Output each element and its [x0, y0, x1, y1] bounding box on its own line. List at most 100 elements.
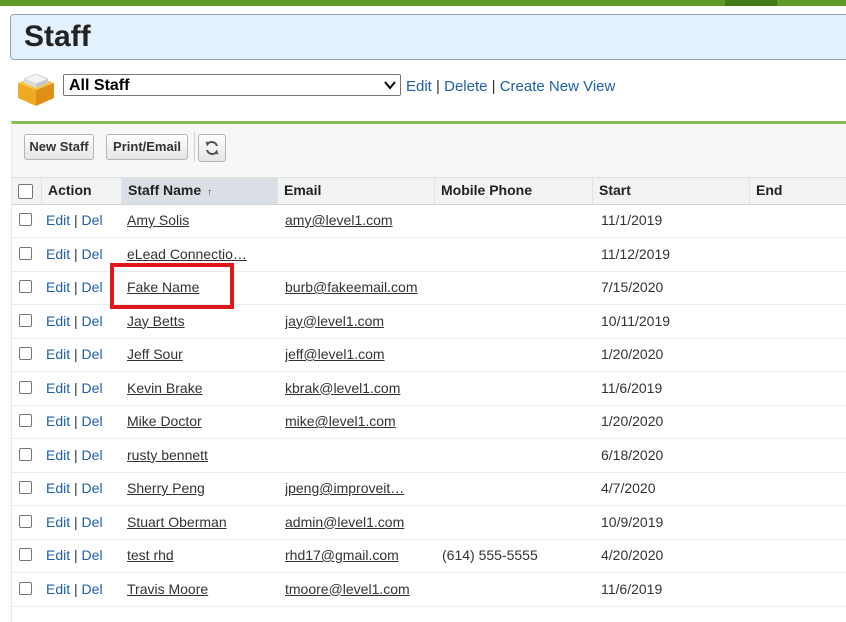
delete-link[interactable]: Del: [82, 581, 103, 597]
staff-name-link[interactable]: Travis Moore: [127, 581, 208, 597]
delete-view-link[interactable]: Delete: [444, 78, 487, 95]
row-checkbox[interactable]: [19, 380, 32, 394]
row-checkbox[interactable]: [19, 313, 32, 327]
view-select[interactable]: All Staff: [63, 74, 401, 96]
delete-link[interactable]: Del: [82, 279, 103, 295]
staff-name-link[interactable]: test rhd: [127, 547, 174, 563]
edit-link[interactable]: Edit: [46, 514, 70, 530]
delete-link[interactable]: Del: [82, 413, 103, 429]
row-checkbox[interactable]: [19, 581, 32, 595]
view-select-value: All Staff: [69, 77, 130, 94]
edit-link[interactable]: Edit: [46, 413, 70, 429]
delete-link[interactable]: Del: [82, 212, 103, 228]
table-row: Edit | Del Mike Doctor mike@level1.com 1/20…: [12, 405, 846, 439]
start-date-cell: 4/20/2020: [601, 547, 664, 563]
delete-link[interactable]: Del: [82, 514, 103, 530]
delete-link[interactable]: Del: [82, 480, 103, 496]
email-link[interactable]: burb@fakeemail.com: [285, 279, 418, 295]
edit-link[interactable]: Edit: [46, 346, 70, 362]
row-checkbox[interactable]: [19, 347, 32, 360]
delete-link[interactable]: Del: [82, 346, 103, 362]
edit-link[interactable]: Edit: [46, 547, 70, 563]
row-checkbox[interactable]: [19, 280, 32, 293]
delete-link[interactable]: Del: [82, 246, 103, 262]
row-checkbox[interactable]: [19, 246, 32, 260]
row-checkbox[interactable]: [19, 447, 32, 461]
email-link[interactable]: jay@level1.com: [285, 313, 384, 329]
staff-name-cell: rusty bennett: [127, 439, 277, 472]
column-header-start[interactable]: Start: [593, 178, 750, 204]
edit-link[interactable]: Edit: [46, 581, 70, 597]
end-date-cell: [757, 338, 846, 371]
start-date-cell: 7/15/2020: [601, 279, 664, 295]
edit-view-link[interactable]: Edit: [406, 78, 432, 95]
staff-name-link[interactable]: Stuart Oberman: [127, 514, 227, 530]
delete-link[interactable]: Del: [82, 380, 103, 396]
create-new-view-link[interactable]: Create New View: [500, 78, 616, 95]
table-row: Edit | Del test rhd rhd17@gmail.com (614) 5…: [12, 539, 846, 573]
staff-name-cell: test rhd: [127, 539, 277, 572]
column-header-mobile-phone[interactable]: Mobile Phone: [435, 178, 593, 204]
end-date-cell: [757, 439, 846, 472]
select-all-checkbox[interactable]: [18, 184, 33, 199]
edit-link[interactable]: Edit: [46, 447, 70, 463]
staff-name-link[interactable]: Jeff Sour: [127, 346, 183, 362]
staff-name-link[interactable]: Jay Betts: [127, 313, 185, 329]
edit-link[interactable]: Edit: [46, 380, 70, 396]
page-title: Staff: [24, 20, 91, 53]
staff-name-link[interactable]: eLead Connectio…: [127, 246, 247, 262]
row-checkbox[interactable]: [19, 213, 32, 226]
row-checkbox[interactable]: [19, 414, 32, 427]
start-date-cell: 4/7/2020: [601, 480, 656, 496]
print-email-button[interactable]: Print/Email: [106, 134, 188, 160]
email-link[interactable]: jpeng@improveit…: [285, 480, 404, 496]
delete-link[interactable]: Del: [82, 447, 103, 463]
row-checkbox[interactable]: [19, 548, 32, 561]
row-checkbox[interactable]: [19, 481, 32, 494]
email-link[interactable]: amy@level1.com: [285, 212, 393, 228]
delete-link[interactable]: Del: [82, 547, 103, 563]
column-header-end[interactable]: End: [750, 178, 846, 204]
edit-link[interactable]: Edit: [46, 480, 70, 496]
sort-ascending-icon: ↑: [207, 187, 213, 198]
staff-name-link[interactable]: rusty bennett: [127, 447, 208, 463]
staff-name-link[interactable]: Sherry Peng: [127, 480, 205, 496]
column-header-staff-name[interactable]: Staff Name ↑: [122, 178, 278, 204]
staff-name-cell: Kevin Brake: [127, 372, 277, 405]
email-link[interactable]: jeff@level1.com: [285, 346, 385, 362]
column-header-email[interactable]: Email: [278, 178, 435, 204]
page-header: Staff: [10, 14, 846, 60]
staff-name-link[interactable]: Amy Solis: [127, 212, 189, 228]
email-cell: admin@level1.com: [285, 506, 435, 539]
staff-name-link[interactable]: Kevin Brake: [127, 380, 202, 396]
start-date-cell: 10/11/2019: [601, 312, 671, 329]
email-cell: jpeng@improveit…: [285, 472, 435, 505]
row-checkbox[interactable]: [19, 514, 32, 528]
edit-link[interactable]: Edit: [46, 246, 70, 262]
email-link[interactable]: admin@level1.com: [285, 514, 404, 530]
delete-link[interactable]: Del: [82, 313, 103, 329]
edit-link[interactable]: Edit: [46, 313, 70, 329]
email-cell: kbrak@level1.com: [285, 372, 435, 405]
edit-link[interactable]: Edit: [46, 279, 70, 295]
end-date-cell: [757, 539, 846, 572]
staff-name-link[interactable]: Mike Doctor: [127, 413, 202, 429]
email-link[interactable]: kbrak@level1.com: [285, 380, 400, 396]
new-staff-button[interactable]: New Staff: [24, 134, 94, 160]
email-link[interactable]: mike@level1.com: [285, 413, 396, 429]
refresh-button[interactable]: [198, 134, 226, 162]
chevron-down-icon: [384, 81, 396, 90]
start-date-cell: 11/1/2019: [601, 212, 663, 228]
email-cell: jay@level1.com: [285, 305, 435, 338]
mobile-phone-cell: [442, 271, 592, 304]
email-cell: [285, 439, 435, 472]
table-row: Edit | Del Travis Moore tmoore@level1.com 1…: [12, 573, 846, 607]
email-link[interactable]: tmoore@level1.com: [285, 581, 410, 597]
staff-name-cell: Mike Doctor: [127, 405, 277, 438]
select-all-cell: [12, 178, 42, 204]
mobile-phone-cell: [442, 204, 592, 237]
mobile-phone-cell: [442, 372, 592, 405]
email-link[interactable]: rhd17@gmail.com: [285, 547, 399, 563]
email-cell: [285, 238, 435, 271]
edit-link[interactable]: Edit: [46, 212, 70, 228]
